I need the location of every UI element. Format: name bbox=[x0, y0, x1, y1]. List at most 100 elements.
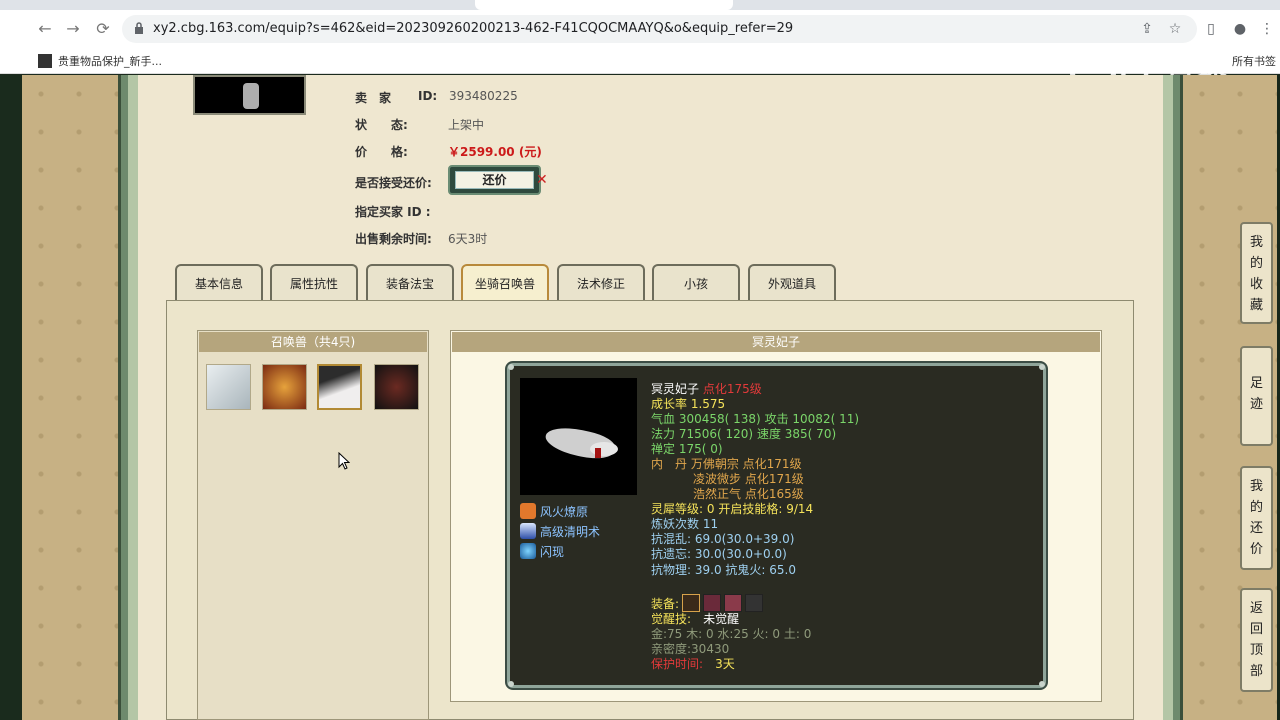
sidebar-char: 藏 bbox=[1249, 298, 1263, 313]
reload-icon[interactable]: ⟳ bbox=[92, 18, 114, 40]
tab-mounts-pets[interactable]: 坐骑召唤兽 bbox=[461, 264, 549, 300]
protect-row: 保护时间: 3天 bbox=[651, 657, 735, 672]
card-corner bbox=[508, 681, 514, 687]
sidebar-char: 我 bbox=[1249, 235, 1263, 250]
profile-icon[interactable]: ● bbox=[1229, 18, 1251, 40]
sidebar-char: 收 bbox=[1249, 277, 1263, 292]
tab-attributes[interactable]: 属性抗性 bbox=[270, 264, 358, 300]
haggle-button-label: 还价 bbox=[455, 171, 534, 189]
haggle-row: 是否接受还价: bbox=[355, 174, 432, 191]
star-icon[interactable]: ☆ bbox=[1164, 18, 1186, 40]
back-to-top-button[interactable]: 返回顶部 bbox=[1240, 588, 1273, 692]
awaken-label: 觉醒技: bbox=[651, 612, 692, 626]
share-icon[interactable]: ⇪ bbox=[1136, 18, 1158, 40]
price-label: 价 格: bbox=[355, 145, 408, 159]
awaken-value: 未觉醒 bbox=[703, 612, 740, 626]
active-browser-tab[interactable] bbox=[475, 0, 733, 10]
lingxi-value: 0 开启技能格: bbox=[706, 502, 783, 516]
sidebar-char: 回 bbox=[1249, 622, 1263, 637]
neidan-1: 万佛朝宗 点化171级 bbox=[690, 457, 802, 471]
tab-strip bbox=[0, 0, 1280, 10]
price-value: ￥2599.00 (元) bbox=[448, 145, 542, 159]
pet-detail-header: 冥灵妃子 bbox=[452, 332, 1100, 352]
pet-icon-warrior[interactable] bbox=[374, 364, 419, 410]
spd-label: 速度 bbox=[756, 427, 781, 441]
equip-slot-4[interactable] bbox=[745, 594, 764, 612]
neidan-row: 内 丹 万佛朝宗 点化171级 bbox=[651, 457, 802, 472]
remaining-label: 出售剩余时间: bbox=[355, 232, 432, 246]
all-bookmarks[interactable]: 所有书签 bbox=[1232, 53, 1276, 69]
refine-count: 炼妖次数 11 bbox=[651, 517, 719, 531]
tab-children[interactable]: 小孩 bbox=[652, 264, 740, 300]
back-icon[interactable]: ← bbox=[34, 18, 56, 40]
remaining-value: 6天3时 bbox=[448, 232, 488, 246]
sidebar-char: 足 bbox=[1249, 376, 1263, 391]
awaken-row: 觉醒技: 未觉醒 bbox=[651, 612, 739, 627]
skill-item[interactable]: 高级清明术 bbox=[520, 523, 600, 540]
neidan-label: 内 丹 bbox=[651, 457, 688, 471]
buyer-row: 指定买家 ID : bbox=[355, 203, 431, 220]
left-pattern bbox=[22, 75, 118, 720]
menu-icon[interactable]: ⋮ bbox=[1256, 18, 1278, 40]
card-corner bbox=[508, 364, 514, 370]
hp-value: 300458( 138) bbox=[678, 412, 761, 426]
seller-label: 卖 家 bbox=[355, 91, 392, 105]
equip-slot-3[interactable] bbox=[724, 594, 743, 612]
url-text: xy2.cbg.163.com/equip?s=462&eid=20230926… bbox=[153, 21, 794, 36]
pet-icon-ghost-concubine[interactable] bbox=[317, 364, 362, 410]
skill-label: 闪现 bbox=[540, 545, 565, 559]
my-haggle-button[interactable]: 我的还价 bbox=[1240, 466, 1273, 570]
my-favorites-button[interactable]: 我的收藏 bbox=[1240, 222, 1273, 324]
sidebar-char: 顶 bbox=[1249, 643, 1263, 658]
mp-value: 71506( 120) bbox=[678, 427, 754, 441]
growth: 成长率 1.575 bbox=[651, 397, 726, 411]
sidebar-char: 迹 bbox=[1249, 397, 1263, 412]
bookmark-item[interactable]: 贵重物品保护_新手... bbox=[38, 53, 162, 69]
tab-spell-mods[interactable]: 法术修正 bbox=[557, 264, 645, 300]
pet-icon-polar-bear[interactable] bbox=[206, 364, 251, 410]
pets-header: 召唤兽（共4只) bbox=[199, 332, 427, 352]
pet-name: 冥灵妃子 bbox=[651, 382, 700, 396]
pet-level: 点化175级 bbox=[702, 382, 762, 396]
spd-value: 385( 70) bbox=[784, 427, 837, 441]
bookmark-favicon-icon bbox=[38, 54, 52, 68]
skill-item[interactable]: 风火燎原 bbox=[520, 503, 588, 520]
bookmark-label: 贵重物品保护_新手... bbox=[58, 55, 162, 68]
card-corner bbox=[1039, 364, 1045, 370]
flash-skill-icon bbox=[520, 543, 536, 559]
seller-id-label: ID: bbox=[418, 89, 438, 103]
lock-icon bbox=[135, 22, 143, 34]
skill-item[interactable]: 闪现 bbox=[520, 543, 564, 560]
status-value: 上架中 bbox=[448, 118, 485, 132]
address-bar[interactable]: xy2.cbg.163.com/equip?s=462&eid=20230926… bbox=[122, 15, 1197, 43]
sidepanel-icon[interactable]: ▯ bbox=[1200, 18, 1222, 40]
close-icon[interactable]: ✕ bbox=[536, 172, 548, 188]
pet-name-row: 冥灵妃子 点化175级 bbox=[651, 382, 762, 397]
mp-label: 法力 bbox=[651, 427, 676, 441]
hp-atk-row: 气血 300458( 138) 攻击 10082( 11) bbox=[651, 412, 859, 427]
equip-slot-1[interactable] bbox=[682, 594, 701, 612]
atk-value: 10082( 11) bbox=[792, 412, 860, 426]
tab-appearance[interactable]: 外观道具 bbox=[748, 264, 836, 300]
sidebar-char: 的 bbox=[1249, 500, 1263, 515]
character-figure bbox=[243, 83, 259, 109]
lingxi-label: 灵犀等级: bbox=[651, 502, 704, 516]
tab-basic-info[interactable]: 基本信息 bbox=[175, 264, 263, 300]
protect-label: 保护时间: bbox=[651, 657, 704, 671]
tab-equipment[interactable]: 装备法宝 bbox=[366, 264, 454, 300]
footprints-button[interactable]: 足迹 bbox=[1240, 346, 1273, 446]
mp-spd-row: 法力 71506( 120) 速度 385( 70) bbox=[651, 427, 836, 442]
remaining-row: 出售剩余时间: bbox=[355, 230, 432, 247]
haggle-button[interactable]: 还价 bbox=[448, 165, 541, 195]
clarity-skill-icon bbox=[520, 523, 536, 539]
pet-icon-demon[interactable] bbox=[262, 364, 307, 410]
sidebar-char: 我 bbox=[1249, 479, 1263, 494]
resist-physical: 抗物理: 39.0 抗鬼火: 65.0 bbox=[651, 563, 796, 577]
sidebar-char: 的 bbox=[1249, 256, 1263, 271]
protect-value: 3天 bbox=[715, 657, 735, 671]
skill-label: 高级清明术 bbox=[540, 525, 601, 539]
atk-label: 攻击 bbox=[764, 412, 789, 426]
forward-icon[interactable]: → bbox=[62, 18, 84, 40]
lingxi-slots: 9/14 bbox=[786, 502, 814, 516]
equip-slot-2[interactable] bbox=[703, 594, 722, 612]
